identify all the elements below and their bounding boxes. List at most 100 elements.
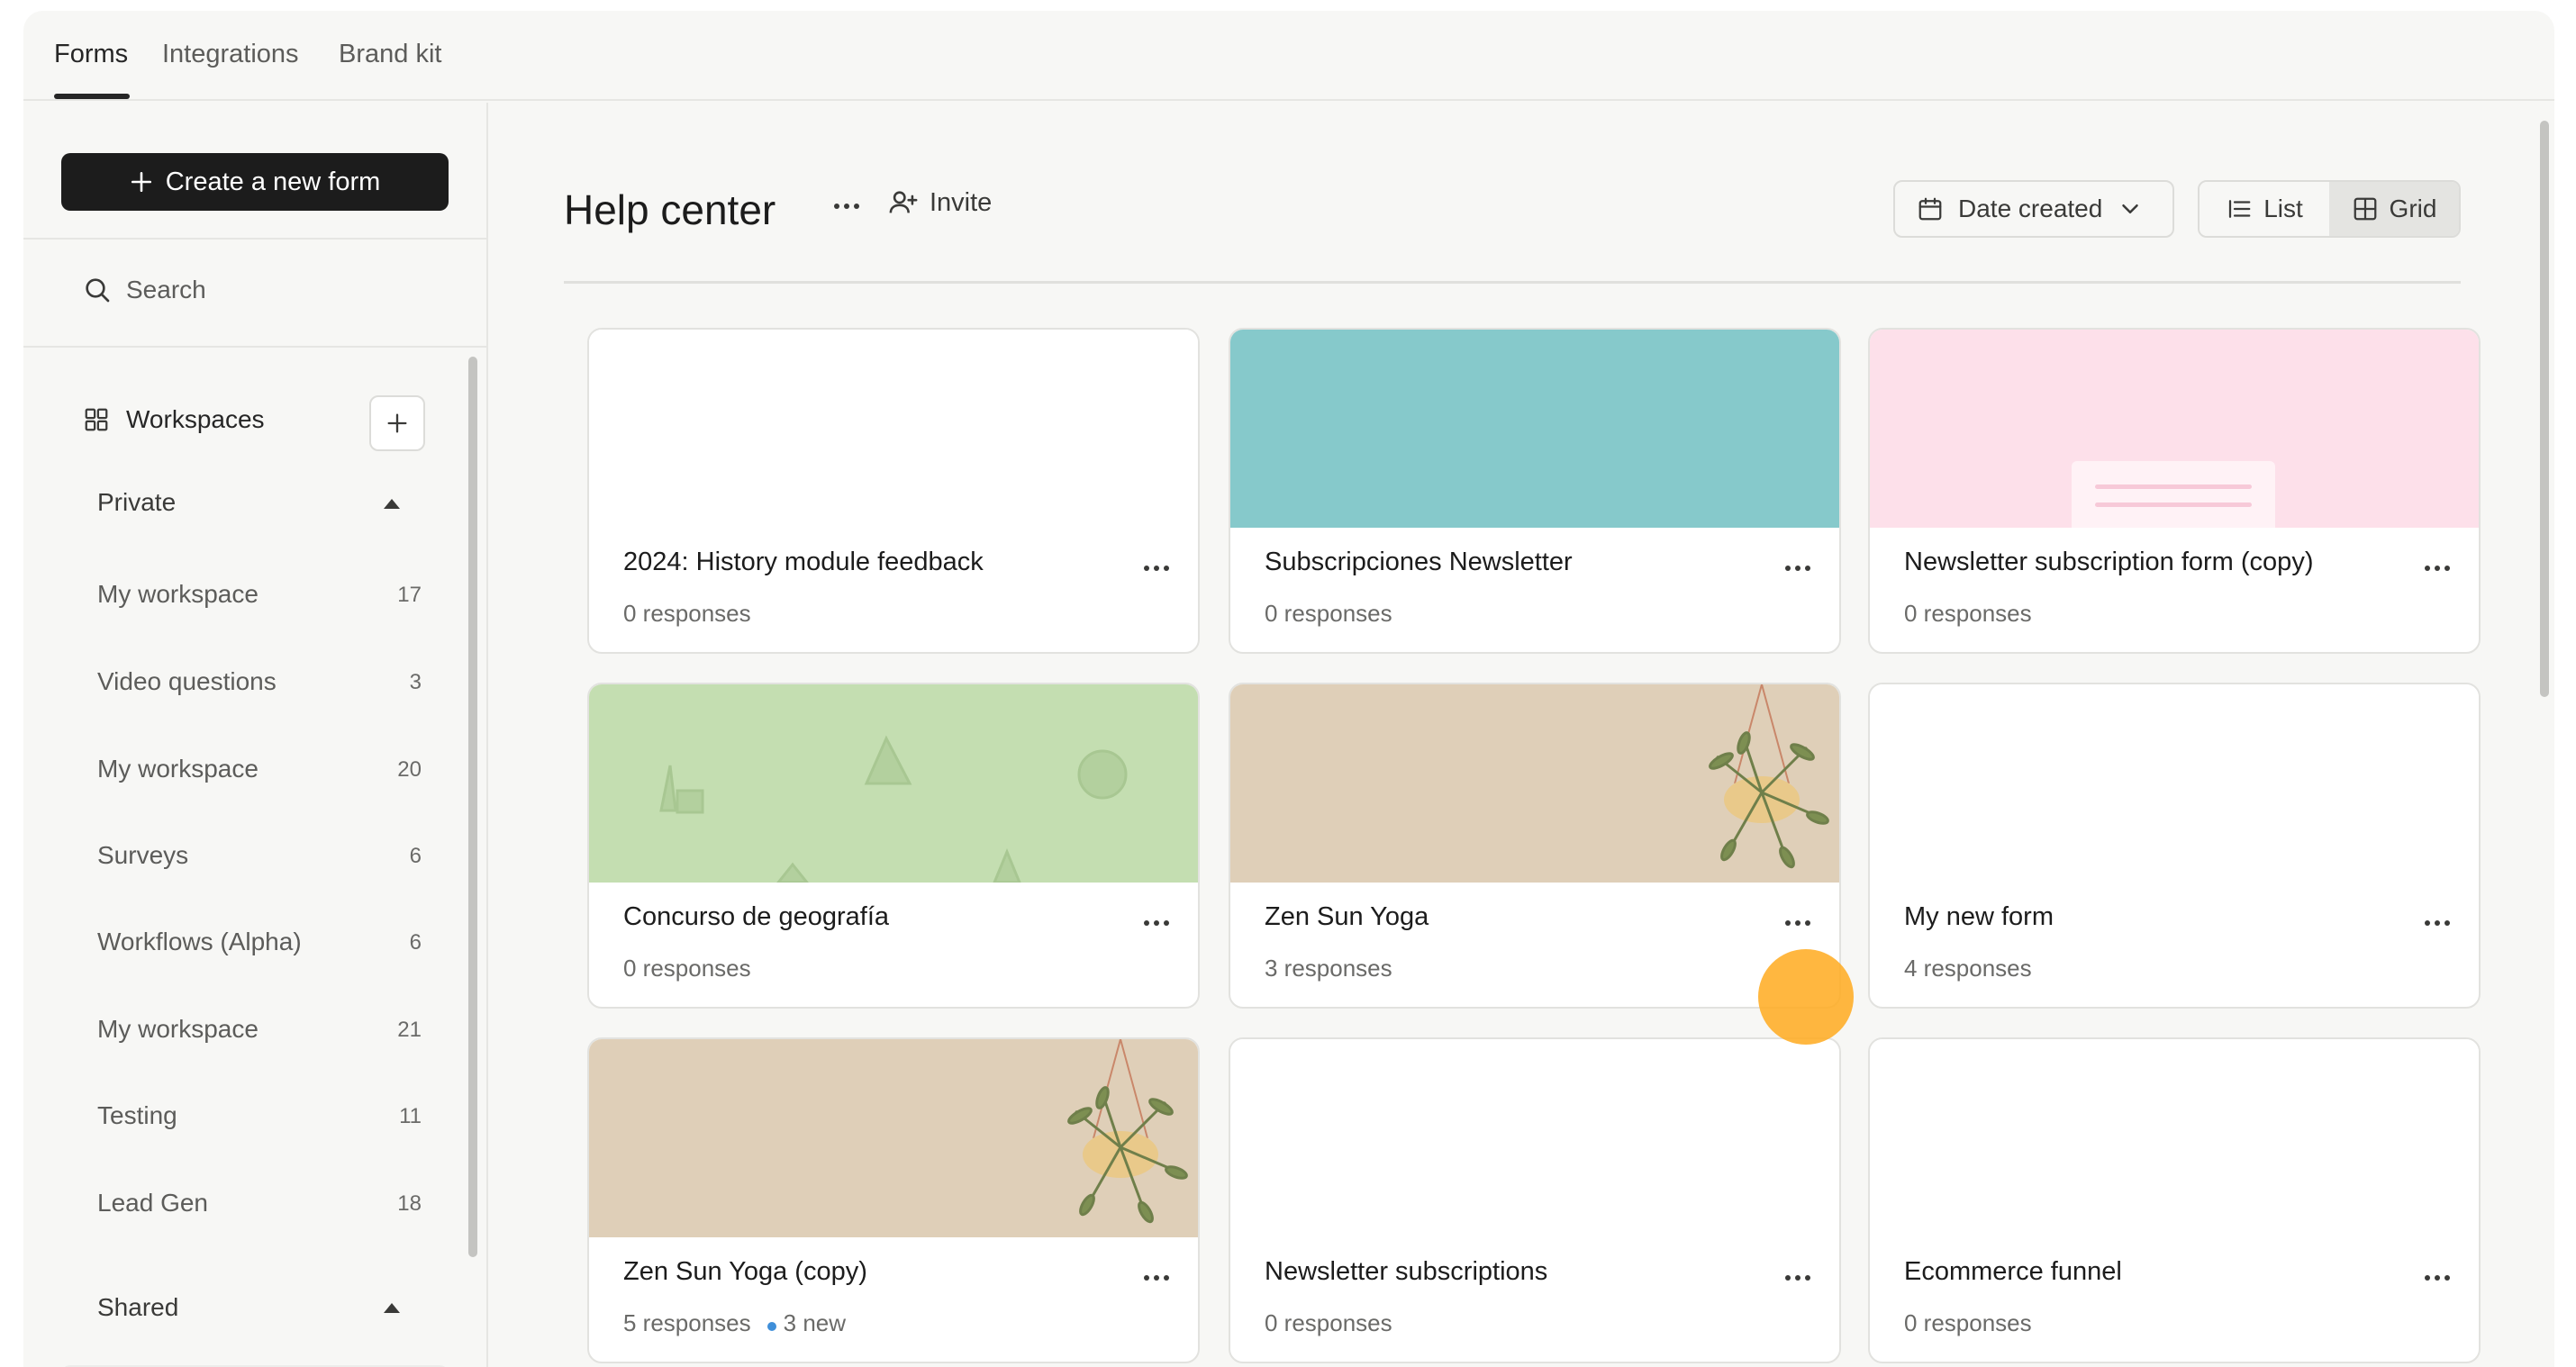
form-responses: 0 responses bbox=[1904, 600, 2032, 628]
more-dot bbox=[2425, 1275, 2430, 1281]
tab-brand-kit[interactable]: Brand kit bbox=[339, 40, 441, 69]
app-window: Forms Integrations Brand kit Create a ne… bbox=[23, 11, 2554, 1367]
more-dot bbox=[854, 204, 859, 209]
grid-view-button[interactable]: Grid bbox=[2329, 182, 2459, 236]
sidebar-item-label: Workflows (Alpha) bbox=[97, 928, 302, 955]
form-more-button[interactable] bbox=[2425, 920, 2450, 926]
sidebar-item-my-workspace[interactable]: My workspace 20 bbox=[97, 755, 422, 791]
form-cover bbox=[1230, 1039, 1839, 1237]
sidebar-item-workflows[interactable]: Workflows (Alpha) 6 bbox=[97, 928, 422, 964]
more-dot bbox=[1144, 566, 1149, 571]
sidebar-item-count: 6 bbox=[409, 844, 422, 868]
list-view-button[interactable]: List bbox=[2200, 182, 2329, 236]
form-cover bbox=[589, 684, 1198, 884]
more-dot bbox=[834, 204, 839, 209]
form-more-button[interactable] bbox=[2425, 1275, 2450, 1281]
form-card[interactable]: Zen Sun Yoga 3 responses bbox=[1229, 683, 1841, 1009]
form-more-button[interactable] bbox=[1785, 920, 1810, 926]
sort-label: Date created bbox=[1958, 195, 2103, 222]
private-group-toggle[interactable]: Private bbox=[97, 488, 176, 517]
responses-count: 0 responses bbox=[623, 955, 751, 982]
geography-pattern-illustration bbox=[659, 735, 1128, 884]
responses-count: 0 responses bbox=[623, 600, 751, 627]
create-form-button[interactable]: Create a new form bbox=[61, 153, 449, 211]
sidebar-item-label: Testing bbox=[97, 1101, 177, 1129]
caret-up-icon[interactable] bbox=[384, 499, 400, 509]
search-button[interactable]: Search bbox=[83, 276, 206, 304]
responses-count: 5 responses bbox=[623, 1309, 751, 1336]
workspace-options-button[interactable] bbox=[834, 204, 859, 209]
add-workspace-button[interactable] bbox=[369, 395, 425, 451]
page-title: Help center bbox=[564, 186, 776, 233]
form-cover bbox=[1230, 684, 1839, 883]
sidebar-item-count: 21 bbox=[397, 1018, 422, 1042]
more-dot bbox=[1805, 566, 1810, 571]
caret-up-icon[interactable] bbox=[384, 1303, 400, 1313]
form-more-button[interactable] bbox=[1144, 566, 1169, 571]
form-card[interactable]: 2024: History module feedback 0 response… bbox=[587, 328, 1200, 654]
main-scrollbar[interactable] bbox=[2540, 121, 2549, 697]
sidebar-item-count: 20 bbox=[397, 757, 422, 782]
sidebar-item-lead-gen[interactable]: Lead Gen 18 bbox=[97, 1189, 422, 1225]
form-responses: 3 responses bbox=[1265, 955, 1392, 982]
more-dot bbox=[2435, 920, 2440, 926]
form-more-button[interactable] bbox=[1144, 920, 1169, 926]
sidebar-item-video-questions[interactable]: Video questions 3 bbox=[97, 667, 422, 703]
form-responses: 0 responses bbox=[1904, 1309, 2032, 1337]
form-title: Newsletter subscription form (copy) bbox=[1904, 548, 2314, 576]
workspaces-label: Workspaces bbox=[126, 405, 265, 433]
sidebar-item-count: 11 bbox=[399, 1104, 422, 1128]
sort-dropdown[interactable]: Date created bbox=[1893, 180, 2174, 238]
plus-icon bbox=[387, 413, 407, 433]
form-responses: 0 responses bbox=[1265, 600, 1392, 628]
form-title: Zen Sun Yoga (copy) bbox=[623, 1257, 867, 1286]
responses-count: 0 responses bbox=[1904, 1309, 2032, 1336]
form-more-button[interactable] bbox=[1785, 1275, 1810, 1281]
search-icon bbox=[86, 278, 110, 303]
tab-forms[interactable]: Forms bbox=[54, 40, 128, 69]
add-user-icon bbox=[889, 191, 918, 213]
sidebar-item-my-workspace[interactable]: My workspace 17 bbox=[97, 580, 422, 616]
invite-button[interactable]: Invite bbox=[888, 187, 992, 218]
sidebar-item-count: 17 bbox=[397, 583, 422, 607]
more-dot bbox=[2435, 566, 2440, 571]
form-responses: 5 responses 3 new bbox=[623, 1309, 846, 1337]
search-label: Search bbox=[126, 276, 206, 303]
form-more-button[interactable] bbox=[1785, 566, 1810, 571]
form-card[interactable]: Newsletter subscription form (copy) 0 re… bbox=[1868, 328, 2481, 654]
form-cover bbox=[589, 1039, 1198, 1237]
view-toggle: List Grid bbox=[2198, 180, 2461, 238]
form-card[interactable]: Newsletter subscriptions 0 responses bbox=[1229, 1037, 1841, 1363]
calendar-icon bbox=[1918, 197, 1942, 221]
form-more-button[interactable] bbox=[2425, 566, 2450, 571]
more-dot bbox=[1154, 1275, 1159, 1281]
grid-view-label: Grid bbox=[2389, 195, 2437, 222]
more-dot bbox=[1144, 920, 1149, 926]
sidebar-item-label: My workspace bbox=[97, 580, 259, 608]
divider bbox=[564, 281, 2461, 284]
sidebar-scrollbar[interactable] bbox=[468, 357, 477, 1257]
sidebar-item-testing[interactable]: Testing 11 bbox=[97, 1101, 422, 1137]
workspaces-header: Workspaces bbox=[83, 405, 265, 434]
form-title: Ecommerce funnel bbox=[1904, 1257, 2122, 1286]
form-card[interactable]: Concurso de geografía 0 responses bbox=[587, 683, 1200, 1009]
form-card[interactable]: Ecommerce funnel 0 responses bbox=[1868, 1037, 2481, 1363]
sidebar-item-surveys[interactable]: Surveys 6 bbox=[97, 841, 422, 877]
tab-integrations[interactable]: Integrations bbox=[162, 40, 299, 69]
sidebar: Create a new form Search Workspaces Priv… bbox=[23, 103, 488, 1367]
form-card[interactable]: Subscripciones Newsletter 0 responses bbox=[1229, 328, 1841, 654]
form-preview-illustration bbox=[2072, 461, 2275, 533]
form-title: Concurso de geografía bbox=[623, 902, 890, 931]
more-dot bbox=[1795, 1275, 1800, 1281]
more-dot bbox=[2444, 920, 2450, 926]
form-card[interactable]: My new form 4 responses bbox=[1868, 683, 2481, 1009]
form-card[interactable]: Zen Sun Yoga (copy) 5 responses 3 new bbox=[587, 1037, 1200, 1363]
more-dot bbox=[2435, 1275, 2440, 1281]
form-more-button[interactable] bbox=[1144, 1275, 1169, 1281]
responses-count: 0 responses bbox=[1265, 1309, 1392, 1336]
more-dot bbox=[1805, 1275, 1810, 1281]
sidebar-item-label: Video questions bbox=[97, 667, 277, 695]
shared-group-toggle[interactable]: Shared bbox=[97, 1293, 178, 1322]
sidebar-item-label: My workspace bbox=[97, 755, 259, 783]
sidebar-item-my-workspace[interactable]: My workspace 21 bbox=[97, 1015, 422, 1051]
